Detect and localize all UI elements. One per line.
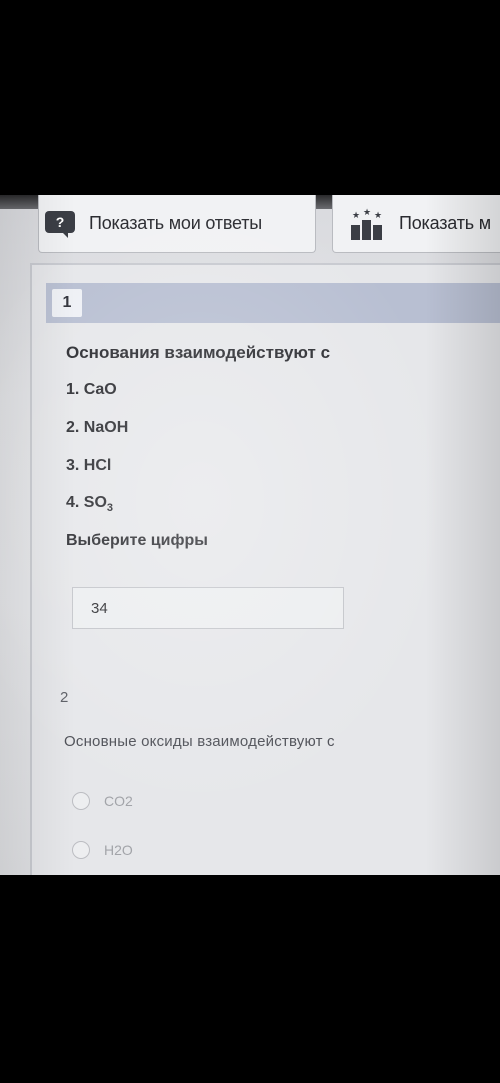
question-2-number: 2 [60,689,69,706]
question-1-option: 2. NaOH [66,419,129,436]
question-2-option-label: H2O [104,842,133,858]
show-my-answers-button[interactable]: ? Показать мои ответы [38,195,316,253]
question-2-option[interactable]: H2O [72,841,133,859]
question-2-title: Основные оксиды взаимодействуют с [64,733,335,750]
show-other-button[interactable]: ★ ★ ★ Показать м [332,195,500,253]
screen: ? Показать мои ответы ★ ★ ★ Показать м 1… [0,0,500,1083]
photographed-screen: ? Показать мои ответы ★ ★ ★ Показать м 1… [0,195,500,875]
question-2-option[interactable]: CO2 [72,792,133,810]
ranking-icon: ★ ★ ★ [351,207,385,240]
question-1-number: 1 [52,289,82,317]
question-panel: 1 Основания взаимодействуют с 1. CaO 2. … [30,263,500,875]
question-2-option-label: CO2 [104,793,133,809]
question-1-option: 4. SO3 [66,494,114,515]
question-1-option: 1. CaO [66,381,117,398]
show-my-answers-label: Показать мои ответы [89,213,262,233]
question-1-header: 1 [46,283,500,323]
question-1-prompt: Выберите цифры [66,532,208,549]
radio-button[interactable] [72,792,90,810]
radio-button[interactable] [72,841,90,859]
help-icon-glyph: ? [45,210,75,233]
help-question-icon: ? [45,210,75,238]
show-other-label: Показать м [399,213,491,233]
question-1-answer-input[interactable] [72,587,344,629]
question-1-title: Основания взаимодействуют с [66,343,331,362]
question-1-option: 3. HCl [66,457,112,474]
